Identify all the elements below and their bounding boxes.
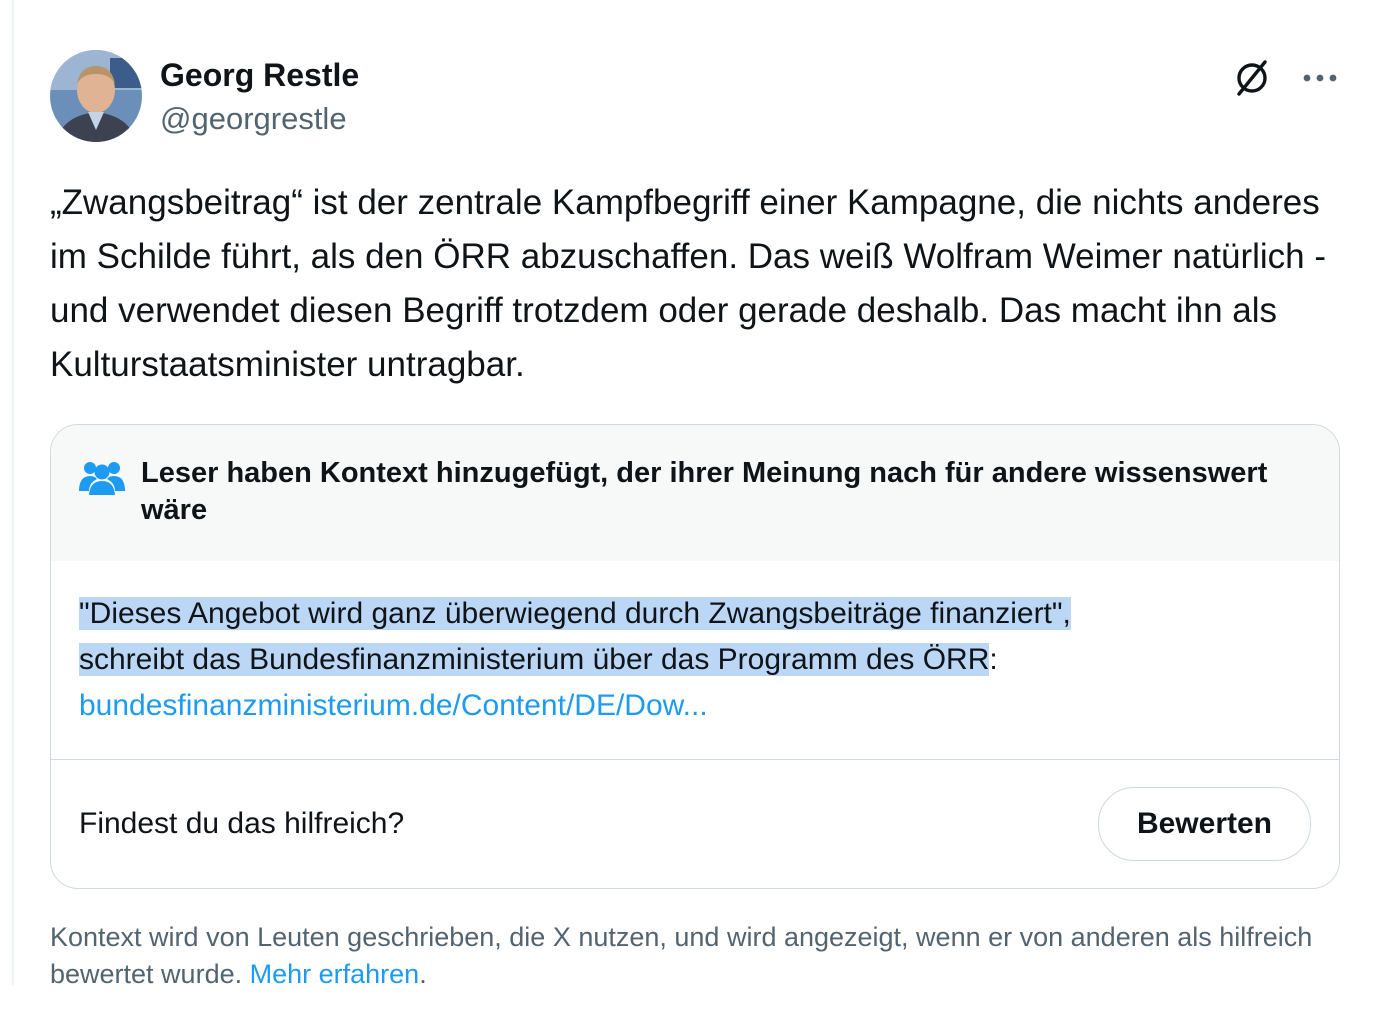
header-actions xyxy=(1232,58,1340,98)
grok-icon[interactable] xyxy=(1232,58,1272,98)
left-border xyxy=(12,0,14,985)
community-note-body: "Dieses Angebot wird ganz überwiegend du… xyxy=(51,561,1339,759)
note-source-link[interactable]: bundesfinanzministerium.de/Content/DE/Do… xyxy=(79,683,708,729)
author-handle[interactable]: @georgrestle xyxy=(160,100,359,138)
more-icon[interactable] xyxy=(1300,58,1340,98)
community-note-title: Leser haben Kontext hinzugefügt, der ihr… xyxy=(141,457,1268,526)
disclaimer-text: Kontext wird von Leuten geschrieben, die… xyxy=(50,922,1313,989)
rate-button[interactable]: Bewerten xyxy=(1097,787,1311,861)
author-info: Georg Restle @georgrestle xyxy=(160,56,359,138)
community-note-footer: Findest du das hilfreich? Bewerten xyxy=(51,759,1339,888)
tweet: Georg Restle @georgrestle „Zwangsbeitrag… xyxy=(50,48,1340,993)
community-note-header: Leser haben Kontext hinzugefügt, der ihr… xyxy=(51,425,1339,561)
learn-more-link[interactable]: Mehr erfahren xyxy=(250,959,420,989)
disclaimer-period: . xyxy=(419,959,427,989)
tweet-header: Georg Restle @georgrestle xyxy=(50,48,1340,148)
note-text: schreibt das Bundesfinanzministerium übe… xyxy=(79,643,990,676)
tweet-text: „Zwangsbeitrag“ ist der zentrale Kampfbe… xyxy=(50,183,1327,384)
author-name[interactable]: Georg Restle xyxy=(160,56,359,94)
note-quote: "Dieses Angebot wird ganz überwiegend du… xyxy=(79,597,1071,630)
people-icon xyxy=(79,457,125,497)
community-note: Leser haben Kontext hinzugefügt, der ihr… xyxy=(50,424,1340,889)
note-disclaimer: Kontext wird von Leuten geschrieben, die… xyxy=(50,919,1340,993)
note-colon: : xyxy=(989,643,998,676)
avatar[interactable] xyxy=(50,50,142,142)
helpful-question: Findest du das hilfreich? xyxy=(79,807,405,840)
